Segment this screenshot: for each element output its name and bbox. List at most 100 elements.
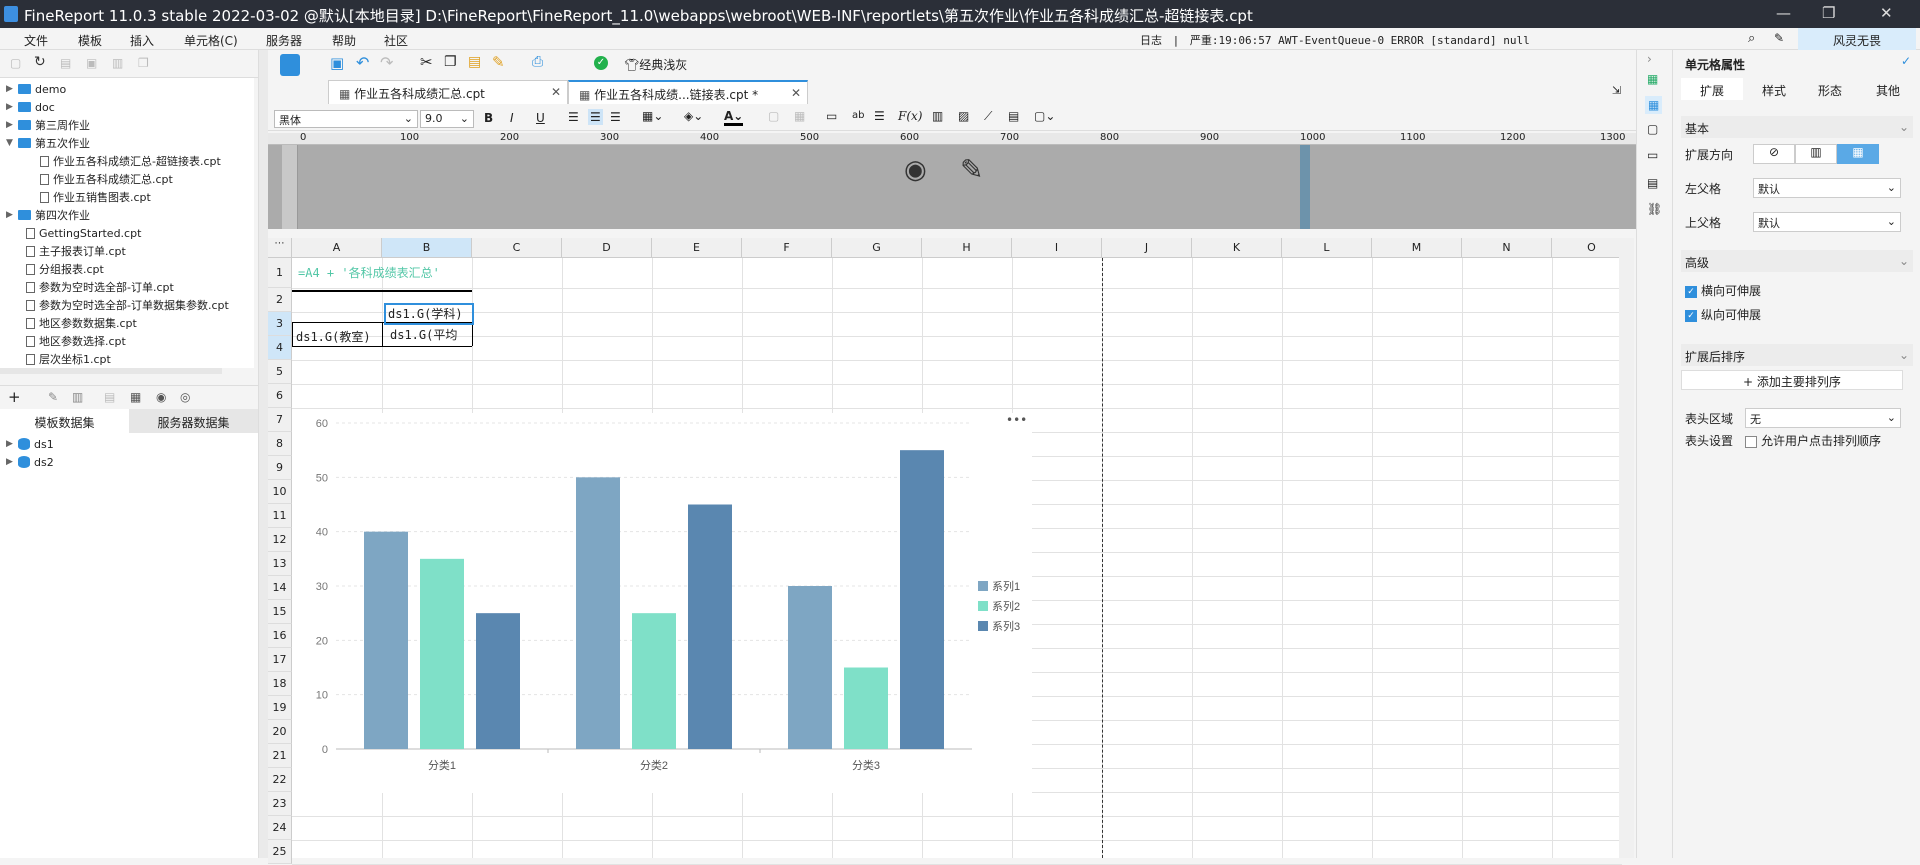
menu-help[interactable]: 帮助 xyxy=(332,32,356,49)
tree-item[interactable]: ▼ 第五次作业 xyxy=(6,134,90,152)
tree-item[interactable]: 层次坐标1.cpt xyxy=(26,350,111,368)
float-element-icon[interactable]: ▢ xyxy=(1647,122,1658,136)
slash-icon[interactable]: ⟋ xyxy=(984,109,992,124)
font-color-icon[interactable]: A⌄ xyxy=(724,109,744,126)
tab-style[interactable]: 样式 xyxy=(1743,78,1805,100)
close-tab-icon[interactable]: ✕ xyxy=(551,85,561,99)
column-header-h[interactable]: H xyxy=(922,238,1012,258)
row-header-17[interactable]: 17 xyxy=(268,648,292,672)
fill-color-icon[interactable]: ◈⌄ xyxy=(684,109,703,123)
vertical-scrollbar[interactable] xyxy=(1619,238,1634,858)
menu-community[interactable]: 社区 xyxy=(384,32,408,49)
tree-item[interactable]: 作业五各科成绩汇总.cpt xyxy=(40,170,173,188)
row-header-16[interactable]: 16 xyxy=(268,624,292,648)
open-icon[interactable]: ▤ xyxy=(60,56,71,70)
dataset-item[interactable]: ▶ ds1 xyxy=(6,435,54,453)
row-header-6[interactable]: 6 xyxy=(268,384,292,408)
delete-icon[interactable]: ▥ xyxy=(72,390,83,404)
column-header-f[interactable]: F xyxy=(742,238,832,258)
sub-report-icon[interactable]: ▤ xyxy=(1008,109,1019,123)
row-header-7[interactable]: 7 xyxy=(268,408,292,432)
copy-icon[interactable]: ❐ xyxy=(444,54,457,70)
delete-icon[interactable]: ▥ xyxy=(112,56,123,70)
tree-item[interactable]: 作业五销售图表.cpt xyxy=(40,188,151,206)
row-header-3[interactable]: 3 xyxy=(268,312,292,336)
tab-other[interactable]: 其他 xyxy=(1857,78,1919,100)
splitter[interactable] xyxy=(258,50,268,858)
row-header-14[interactable]: 14 xyxy=(268,576,292,600)
row-header-15[interactable]: 15 xyxy=(268,600,292,624)
tree-item[interactable]: 主子报表订单.cpt xyxy=(26,242,126,260)
column-header-l[interactable]: L xyxy=(1282,238,1372,258)
menu-template[interactable]: 模板 xyxy=(78,32,102,49)
row-header-18[interactable]: 18 xyxy=(268,672,292,696)
preview-icon[interactable]: ⎙ xyxy=(532,54,543,70)
font-size-select[interactable]: 9.0 ⌄ xyxy=(420,110,474,128)
undo-icon[interactable]: ↶ xyxy=(356,53,369,72)
hyperlink-icon[interactable]: ⛓ xyxy=(1647,202,1662,216)
menu-server[interactable]: 服务器 xyxy=(266,32,302,49)
row-header-12[interactable]: 12 xyxy=(268,528,292,552)
tree-item[interactable]: ▶ doc xyxy=(6,98,55,116)
row-header-10[interactable]: 10 xyxy=(268,480,292,504)
menu-insert[interactable]: 插入 xyxy=(130,32,154,49)
row-header-8[interactable]: 8 xyxy=(268,432,292,456)
maximize-button[interactable]: ❐ xyxy=(1822,4,1835,22)
row-header-5[interactable]: 5 xyxy=(268,360,292,384)
collapse-icon[interactable]: ▼ xyxy=(6,138,14,148)
cell-element-icon[interactable]: ▦ xyxy=(1647,72,1658,86)
left-parent-select[interactable]: 默认 ⌄ xyxy=(1753,178,1901,198)
align-left-icon[interactable]: ☰ xyxy=(568,110,579,124)
more-icon[interactable]: ••• xyxy=(1006,413,1027,427)
collapse-panel-icon[interactable]: › xyxy=(1647,52,1652,66)
align-center-icon[interactable]: ☰ xyxy=(588,109,603,125)
row-header-20[interactable]: 20 xyxy=(268,720,292,744)
column-header-d[interactable]: D xyxy=(562,238,652,258)
horizontal-expand-button[interactable]: ▦ xyxy=(1837,144,1879,164)
select-all-corner[interactable]: ⋯ xyxy=(268,238,292,258)
eye-hidden-icon[interactable]: ◉ xyxy=(904,155,927,185)
column-header-e[interactable]: E xyxy=(652,238,742,258)
expand-icon[interactable]: ▶ xyxy=(6,120,14,130)
report-header-area[interactable]: ◉ ✎ xyxy=(268,145,1636,229)
tree-item[interactable]: 参数为空时选全部-订单数据集参数.cpt xyxy=(26,296,229,314)
formula-icon[interactable]: F(x) xyxy=(898,109,922,123)
column-header-j[interactable]: J xyxy=(1102,238,1192,258)
row-header-23[interactable]: 23 xyxy=(268,792,292,816)
redo-icon[interactable]: ↷ xyxy=(380,53,393,72)
cell-b3[interactable]: ds1.G(学科) xyxy=(384,303,474,325)
allow-sort-checkbox[interactable] xyxy=(1745,435,1757,448)
line-icon[interactable]: ▭ xyxy=(826,109,837,123)
expand-icon[interactable]: ▶ xyxy=(6,84,14,94)
row-header-13[interactable]: 13 xyxy=(268,552,292,576)
new-folder-icon[interactable]: ▢ xyxy=(10,56,21,70)
server-database-icon[interactable]: ◎ xyxy=(180,390,190,404)
italic-icon[interactable]: I xyxy=(510,111,514,125)
allow-sort-option[interactable]: 允许用户点击排列顺序 xyxy=(1745,432,1881,449)
check-icon[interactable]: ✓ xyxy=(594,56,608,70)
paste-icon[interactable]: ▤ xyxy=(468,54,481,70)
bold-icon[interactable]: B xyxy=(484,111,493,125)
refresh-icon[interactable]: ↻ xyxy=(34,54,46,70)
edit-icon[interactable]: ✎ xyxy=(1774,31,1784,45)
h-expand-checkbox[interactable]: ✓ xyxy=(1685,285,1697,298)
column-header-g[interactable]: G xyxy=(832,238,922,258)
expand-icon[interactable]: ▶ xyxy=(6,102,14,112)
doc-tab-active[interactable]: ▦ 作业五各科成绩...链接表.cpt * ✕ xyxy=(568,80,808,104)
tab-template-dataset[interactable]: 模板数据集 xyxy=(0,409,129,433)
tree-item[interactable]: 地区参数数据集.cpt xyxy=(26,314,137,332)
h-expand-option[interactable]: ✓ 横向可伸展 xyxy=(1685,282,1761,299)
align-right-icon[interactable]: ☰ xyxy=(610,110,621,124)
unmerge-icon[interactable]: ▦ xyxy=(794,109,805,123)
row-header-21[interactable]: 21 xyxy=(268,744,292,768)
v-expand-checkbox[interactable]: ✓ xyxy=(1685,309,1697,322)
row-header-19[interactable]: 19 xyxy=(268,696,292,720)
add-sort-button[interactable]: + 添加主要排列序 xyxy=(1681,370,1903,390)
format-painter-icon[interactable]: ✎ xyxy=(492,53,505,71)
header-area-select[interactable]: 无 ⌄ xyxy=(1745,408,1901,428)
close-tab-icon[interactable]: ✕ xyxy=(791,86,801,100)
pin-icon[interactable]: ✓ xyxy=(1901,54,1911,68)
save-icon[interactable]: ▣ xyxy=(330,54,344,72)
minimize-button[interactable]: — xyxy=(1776,4,1791,22)
condition-icon[interactable]: ▤ xyxy=(1647,176,1658,190)
